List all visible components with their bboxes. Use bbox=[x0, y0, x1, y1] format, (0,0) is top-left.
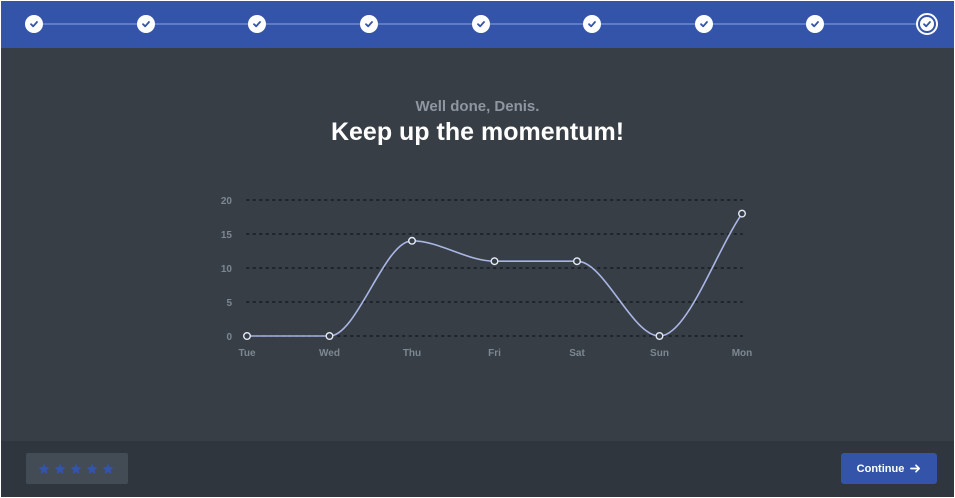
star-icon[interactable] bbox=[69, 462, 83, 476]
arrow-right-icon bbox=[910, 464, 921, 473]
footer-bar: Continue bbox=[1, 441, 954, 497]
star-icon[interactable] bbox=[37, 462, 51, 476]
x-tick-label: Fri bbox=[488, 348, 501, 359]
y-tick-label: 0 bbox=[226, 332, 232, 343]
data-point bbox=[655, 332, 664, 341]
y-tick-label: 10 bbox=[221, 264, 233, 275]
star-icon[interactable] bbox=[101, 462, 115, 476]
app-frame: Well done, Denis. Keep up the momentum! … bbox=[1, 1, 954, 497]
star-icon[interactable] bbox=[85, 462, 99, 476]
data-point bbox=[738, 209, 747, 218]
data-point bbox=[325, 332, 334, 341]
x-tick-label: Sat bbox=[569, 348, 585, 359]
x-tick-label: Tue bbox=[238, 348, 255, 359]
data-point bbox=[408, 236, 417, 245]
x-tick-label: Sun bbox=[650, 348, 669, 359]
data-point bbox=[490, 257, 499, 266]
y-tick-label: 5 bbox=[226, 298, 232, 309]
series-line bbox=[247, 213, 743, 337]
activity-line-chart: 0 5 10 15 20 Tue Wed Thu Fri Sat Sun Mon bbox=[221, 196, 753, 359]
y-tick-label: 20 bbox=[221, 196, 233, 207]
y-tick-label: 15 bbox=[221, 230, 233, 241]
x-tick-label: Mon bbox=[732, 348, 753, 359]
x-tick-label: Thu bbox=[403, 348, 421, 359]
star-rating[interactable] bbox=[26, 453, 128, 484]
continue-label: Continue bbox=[856, 462, 905, 475]
continue-button[interactable]: Continue bbox=[841, 453, 937, 484]
data-point bbox=[242, 332, 251, 341]
data-point bbox=[573, 257, 582, 266]
star-icon[interactable] bbox=[53, 462, 67, 476]
x-tick-label: Wed bbox=[319, 348, 340, 359]
